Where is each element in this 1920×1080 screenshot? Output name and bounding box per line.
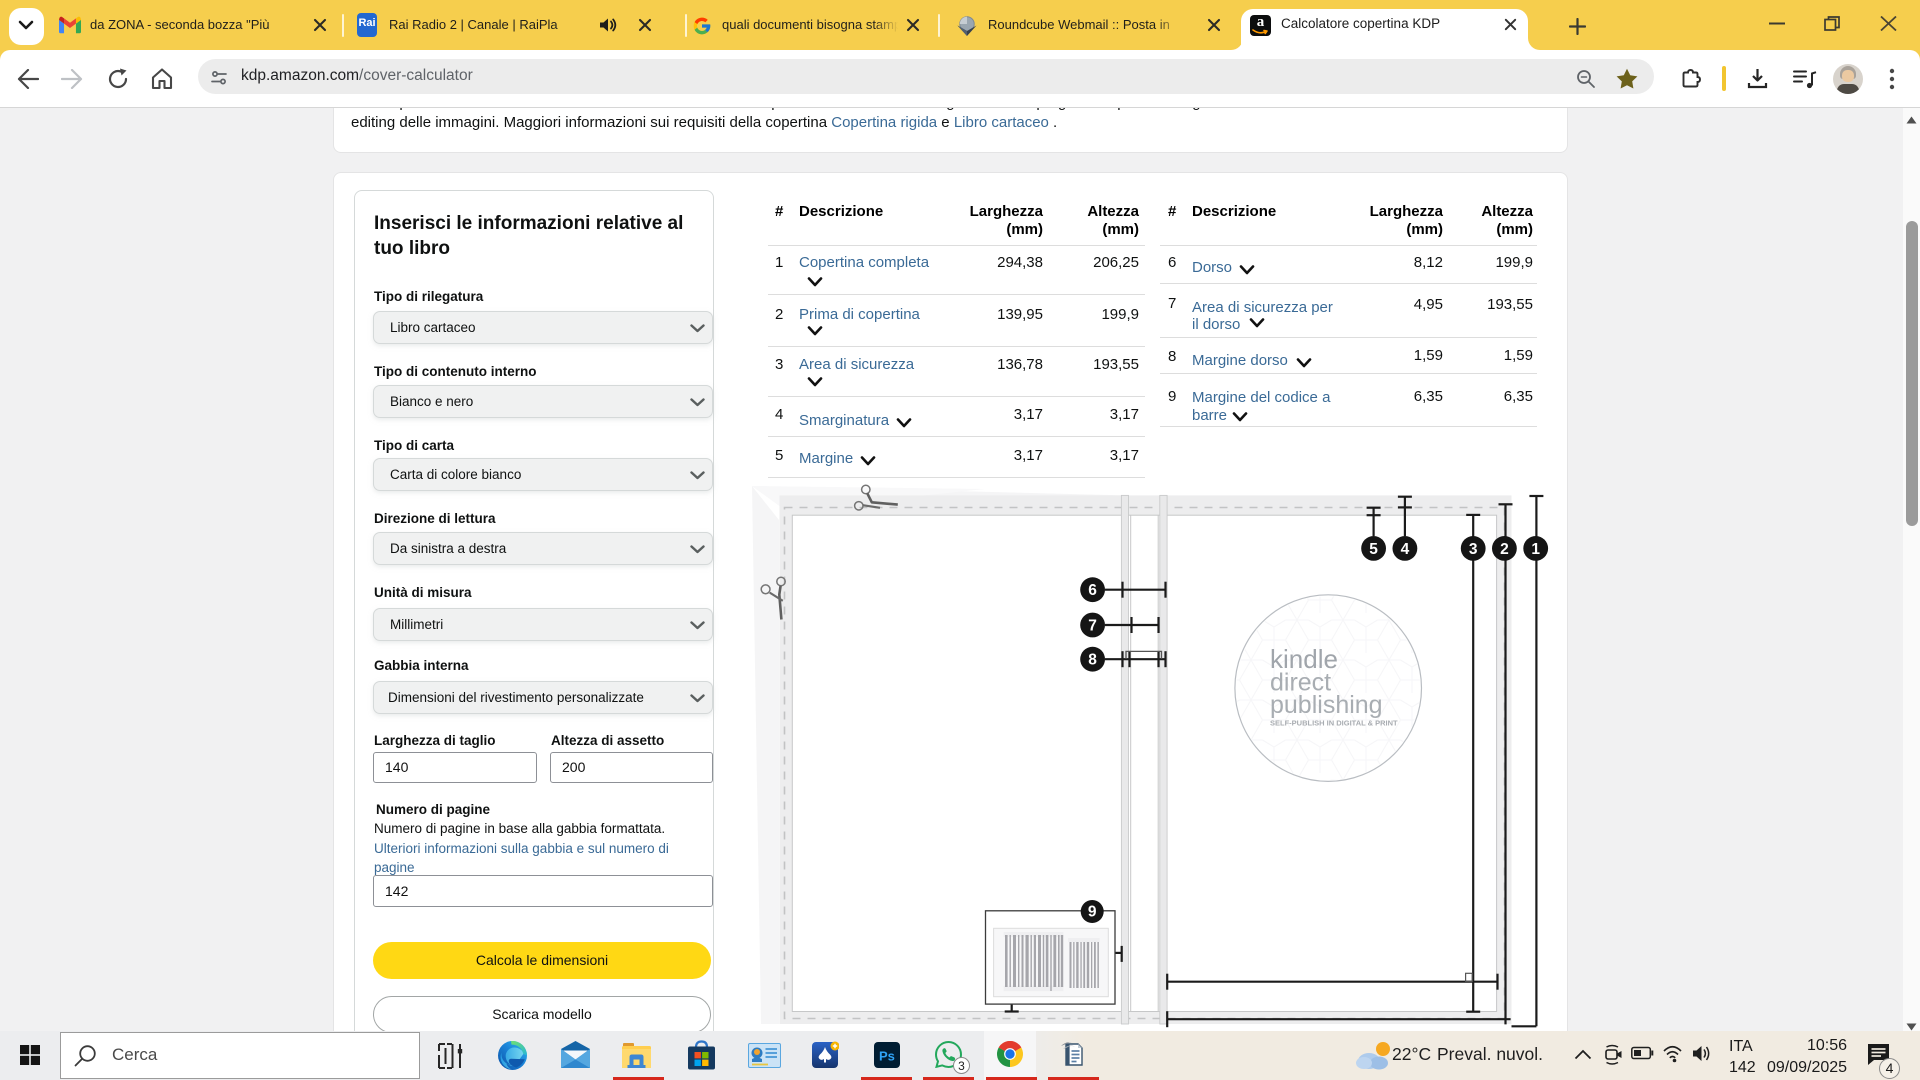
- svg-text:3: 3: [1469, 541, 1478, 558]
- svg-text:9: 9: [1088, 904, 1097, 921]
- svg-text:8: 8: [1088, 652, 1097, 669]
- svg-text:4: 4: [1401, 541, 1410, 558]
- svg-text:7: 7: [1088, 618, 1097, 635]
- svg-text:1: 1: [1531, 541, 1540, 558]
- svg-text:Ps: Ps: [879, 1049, 895, 1064]
- svg-text:publishing: publishing: [1270, 691, 1383, 719]
- svg-text:6: 6: [1088, 582, 1097, 599]
- svg-text:2: 2: [1500, 541, 1509, 558]
- svg-text:5: 5: [1369, 541, 1378, 558]
- svg-text:SELF-PUBLISH IN DIGITAL & PRIN: SELF-PUBLISH IN DIGITAL & PRINT: [1270, 719, 1398, 728]
